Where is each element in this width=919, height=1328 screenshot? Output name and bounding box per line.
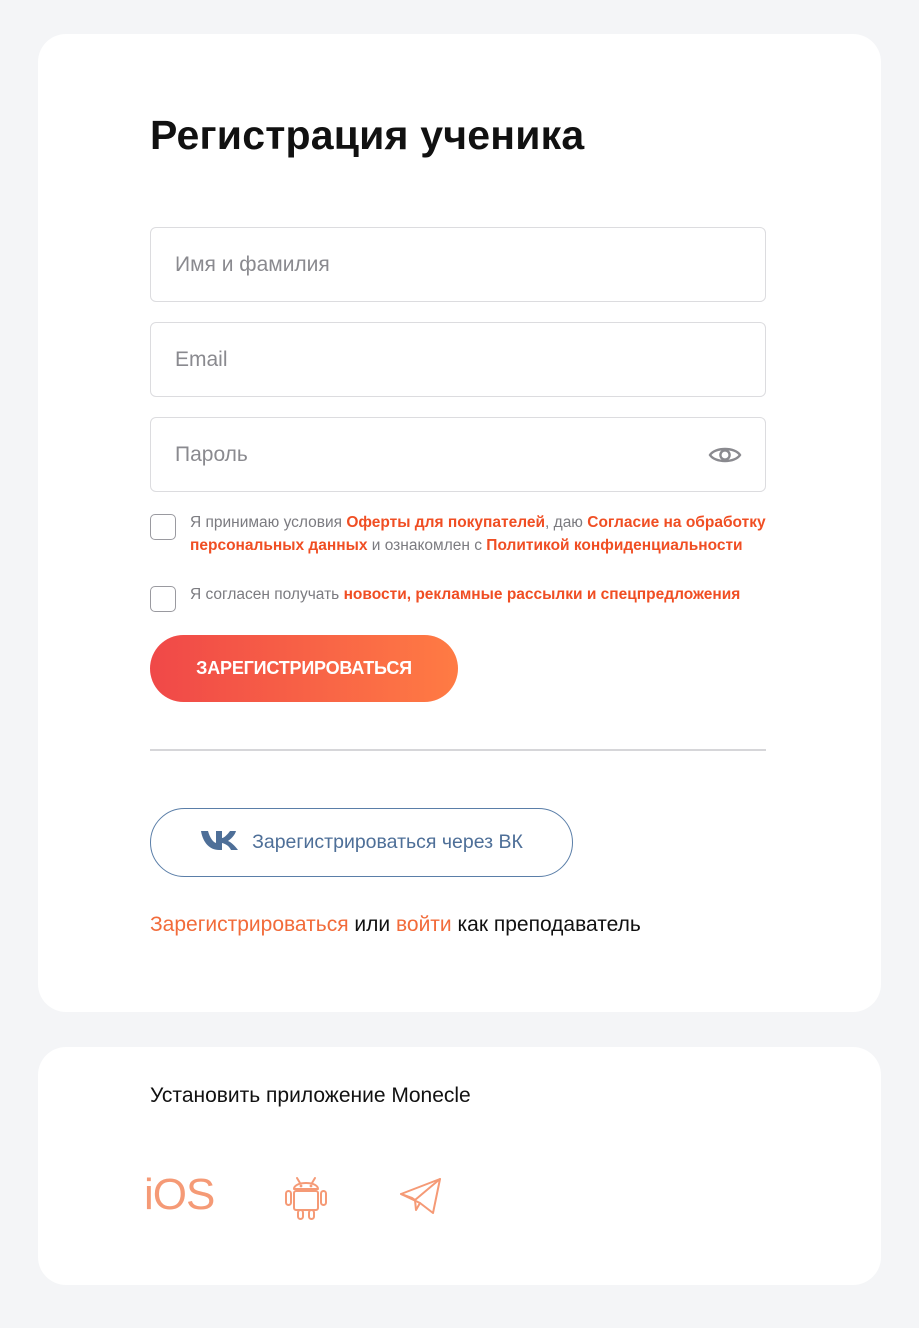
name-input[interactable] [151,228,765,301]
eye-icon[interactable] [707,440,743,470]
ios-icon[interactable]: iOS [144,1170,215,1220]
privacy-policy-link[interactable]: Политикой конфиденциальности [486,537,742,554]
name-field[interactable] [150,227,766,302]
divider [150,749,766,751]
offer-link[interactable]: Оферты для покупателей [346,514,545,531]
page-title: Регистрация ученика [150,112,585,158]
android-icon[interactable] [282,1171,330,1226]
email-field[interactable] [150,322,766,397]
password-input[interactable] [151,418,765,491]
vk-icon [200,829,240,856]
vk-button-label: Зарегистрироваться через ВК [252,831,523,853]
email-input[interactable] [151,323,765,396]
newsletter-link[interactable]: новости, рекламные рассылки и спецпредло… [344,586,741,603]
registration-card: Регистрация ученика Я принимаю условия О… [38,34,881,1012]
teacher-links: Зарегистрироваться или войти как препода… [150,913,641,936]
app-card: Установить приложение Monecle iOS [38,1047,881,1285]
teacher-register-link[interactable]: Зарегистрироваться [150,913,349,936]
app-title: Установить приложение Monecle [150,1084,471,1107]
consent-checkbox[interactable] [150,514,176,540]
register-button[interactable]: ЗАРЕГИСТРИРОВАТЬСЯ [150,635,458,702]
newsletter-checkbox[interactable] [150,586,176,612]
telegram-icon[interactable] [398,1175,444,1222]
newsletter-text: Я согласен получать новости, рекламные р… [190,586,741,603]
vk-register-button[interactable]: Зарегистрироваться через ВК [150,808,573,877]
password-field[interactable] [150,417,766,492]
consent-text: Я принимаю условия Оферты для покупателе… [190,514,766,554]
teacher-login-link[interactable]: войти [396,913,452,936]
